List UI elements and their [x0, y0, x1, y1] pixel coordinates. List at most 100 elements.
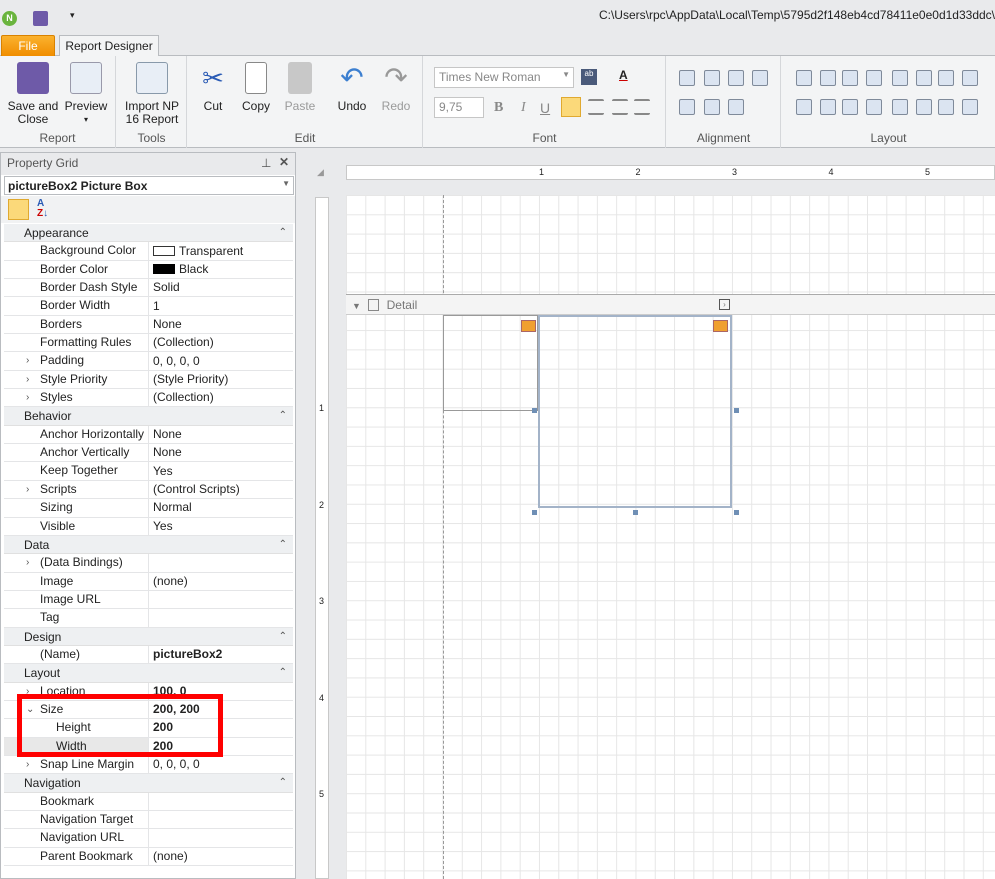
underline-button[interactable]: U	[540, 100, 550, 116]
property-value[interactable]: (none)	[149, 848, 188, 865]
property-value[interactable]: 0, 0, 0, 0	[149, 756, 200, 773]
property-row[interactable]: Navigation Target	[4, 811, 293, 830]
align-bottoms-icon[interactable]	[728, 99, 744, 115]
close-icon[interactable]: ✕	[279, 155, 289, 169]
center-horizontally-icon[interactable]	[892, 99, 908, 115]
object-selector[interactable]: pictureBox2 Picture Box ▼	[4, 176, 294, 195]
property-row[interactable]: Border Color Black	[4, 260, 293, 280]
redo-button[interactable]: ↷ Redo	[374, 62, 418, 113]
horizontal-spacing-equal-icon[interactable]	[892, 70, 908, 86]
property-row[interactable]: Sizing Normal	[4, 499, 293, 518]
property-value[interactable]: Yes	[149, 518, 173, 535]
align-to-grid-icon[interactable]	[679, 70, 695, 86]
cut-button[interactable]: ✂ Cut	[193, 62, 233, 113]
font-color-icon[interactable]: A	[619, 68, 628, 82]
resize-handle[interactable]	[734, 408, 739, 413]
property-value[interactable]: (Control Scripts)	[149, 481, 240, 498]
expand-icon[interactable]: ›	[26, 352, 29, 369]
vertical-spacing-increase-icon[interactable]	[820, 99, 836, 115]
property-row[interactable]: › (Data Bindings)	[4, 554, 293, 573]
collapse-icon[interactable]: ⌃	[279, 628, 287, 646]
property-value[interactable]	[149, 811, 153, 828]
category-layout[interactable]: Layout ⌃	[4, 664, 293, 683]
property-value[interactable]: pictureBox2	[149, 646, 222, 663]
property-value[interactable]: Solid	[149, 279, 180, 296]
property-row[interactable]: Navigation URL	[4, 829, 293, 848]
property-value[interactable]: None	[149, 444, 182, 461]
property-row[interactable]: Border Dash Style Solid	[4, 279, 293, 298]
property-value[interactable]: (none)	[149, 573, 188, 590]
property-value[interactable]: (Style Priority)	[149, 371, 228, 388]
center-vertically-icon[interactable]	[916, 99, 932, 115]
vertical-spacing-remove-icon[interactable]	[866, 99, 882, 115]
collapse-band-icon[interactable]: ▼	[352, 301, 361, 311]
property-row[interactable]: Visible Yes	[4, 517, 293, 536]
align-center-icon[interactable]	[588, 99, 604, 115]
justify-icon[interactable]	[634, 99, 650, 115]
property-value[interactable]	[149, 591, 153, 608]
property-row[interactable]: Anchor Vertically None	[4, 444, 293, 463]
property-row[interactable]: Keep Together Yes	[4, 462, 293, 481]
property-value[interactable]	[149, 829, 153, 846]
expand-icon[interactable]: ›	[26, 554, 29, 571]
tab-file[interactable]: File	[1, 35, 55, 57]
collapse-icon[interactable]: ⌃	[279, 774, 287, 792]
property-row[interactable]: › Styles (Collection)	[4, 389, 293, 408]
preview-button[interactable]: Preview ▾	[62, 62, 110, 126]
align-rights-icon[interactable]	[752, 70, 768, 86]
expand-icon[interactable]: ›	[26, 481, 29, 498]
category-data[interactable]: Data ⌃	[4, 535, 293, 555]
align-lefts-icon[interactable]	[704, 70, 720, 86]
detail-band-header[interactable]: ▼ Detail ›	[346, 294, 995, 315]
property-value[interactable]: (Collection)	[149, 389, 214, 406]
resize-handle[interactable]	[734, 510, 739, 515]
font-size-select[interactable]: 9,75	[434, 97, 484, 118]
collapse-icon[interactable]: ⌃	[279, 407, 287, 425]
category-navigation[interactable]: Navigation ⌃	[4, 774, 293, 793]
save-and-close-button[interactable]: Save and Close	[6, 62, 60, 126]
property-row[interactable]: Tag	[4, 609, 293, 628]
tab-report-designer[interactable]: Report Designer	[59, 35, 159, 58]
property-value[interactable]: Transparent	[149, 242, 243, 259]
expand-icon[interactable]: ›	[26, 371, 29, 388]
expand-icon[interactable]: ›	[26, 389, 29, 406]
vertical-spacing-decrease-icon[interactable]	[842, 99, 858, 115]
property-row[interactable]: Border Width 1	[4, 297, 293, 316]
send-to-back-icon[interactable]	[962, 99, 978, 115]
property-row[interactable]: Borders None	[4, 315, 293, 335]
quick-access-dropdown-icon[interactable]: ▾	[70, 10, 75, 21]
picturebox1-smart-tag-icon[interactable]	[521, 320, 536, 332]
picturebox2-smart-tag-icon[interactable]	[713, 320, 728, 332]
property-row[interactable]: › Style Priority (Style Priority)	[4, 370, 293, 390]
same-width-icon[interactable]	[796, 70, 812, 86]
resize-handle[interactable]	[532, 510, 537, 515]
horizontal-spacing-increase-icon[interactable]	[916, 70, 932, 86]
align-left-button[interactable]	[561, 97, 581, 117]
property-row[interactable]: › Scripts (Control Scripts)	[4, 480, 293, 500]
collapse-icon[interactable]: ⌃	[279, 664, 287, 682]
category-behavior[interactable]: Behavior ⌃	[4, 407, 293, 426]
property-value[interactable]: None	[149, 426, 182, 443]
property-value[interactable]	[149, 554, 153, 571]
property-value[interactable]	[149, 609, 153, 626]
align-middles-icon[interactable]	[704, 99, 720, 115]
categorized-view-icon[interactable]	[8, 199, 29, 220]
property-row[interactable]: Image URL	[4, 590, 293, 610]
align-tops-icon[interactable]	[679, 99, 695, 115]
align-centers-icon[interactable]	[728, 70, 744, 86]
align-right-icon[interactable]	[612, 99, 628, 115]
property-value[interactable]: 1	[149, 297, 160, 314]
horizontal-spacing-remove-icon[interactable]	[962, 70, 978, 86]
property-row[interactable]: › Padding 0, 0, 0, 0	[4, 352, 293, 371]
property-row[interactable]: Anchor Horizontally None	[4, 425, 293, 445]
property-value[interactable]: Black	[149, 261, 208, 278]
property-row[interactable]: Background Color Transparent	[4, 242, 293, 261]
property-row[interactable]: Parent Bookmark (none)	[4, 847, 293, 867]
picturebox2-selected[interactable]	[538, 315, 732, 508]
collapse-icon[interactable]: ⌃	[279, 536, 287, 554]
font-color-highlight-icon[interactable]: ab	[581, 69, 597, 85]
property-row[interactable]: Image (none)	[4, 572, 293, 591]
same-size-icon[interactable]	[866, 70, 882, 86]
property-value[interactable]: Yes	[149, 462, 173, 479]
bring-to-front-icon[interactable]	[938, 99, 954, 115]
